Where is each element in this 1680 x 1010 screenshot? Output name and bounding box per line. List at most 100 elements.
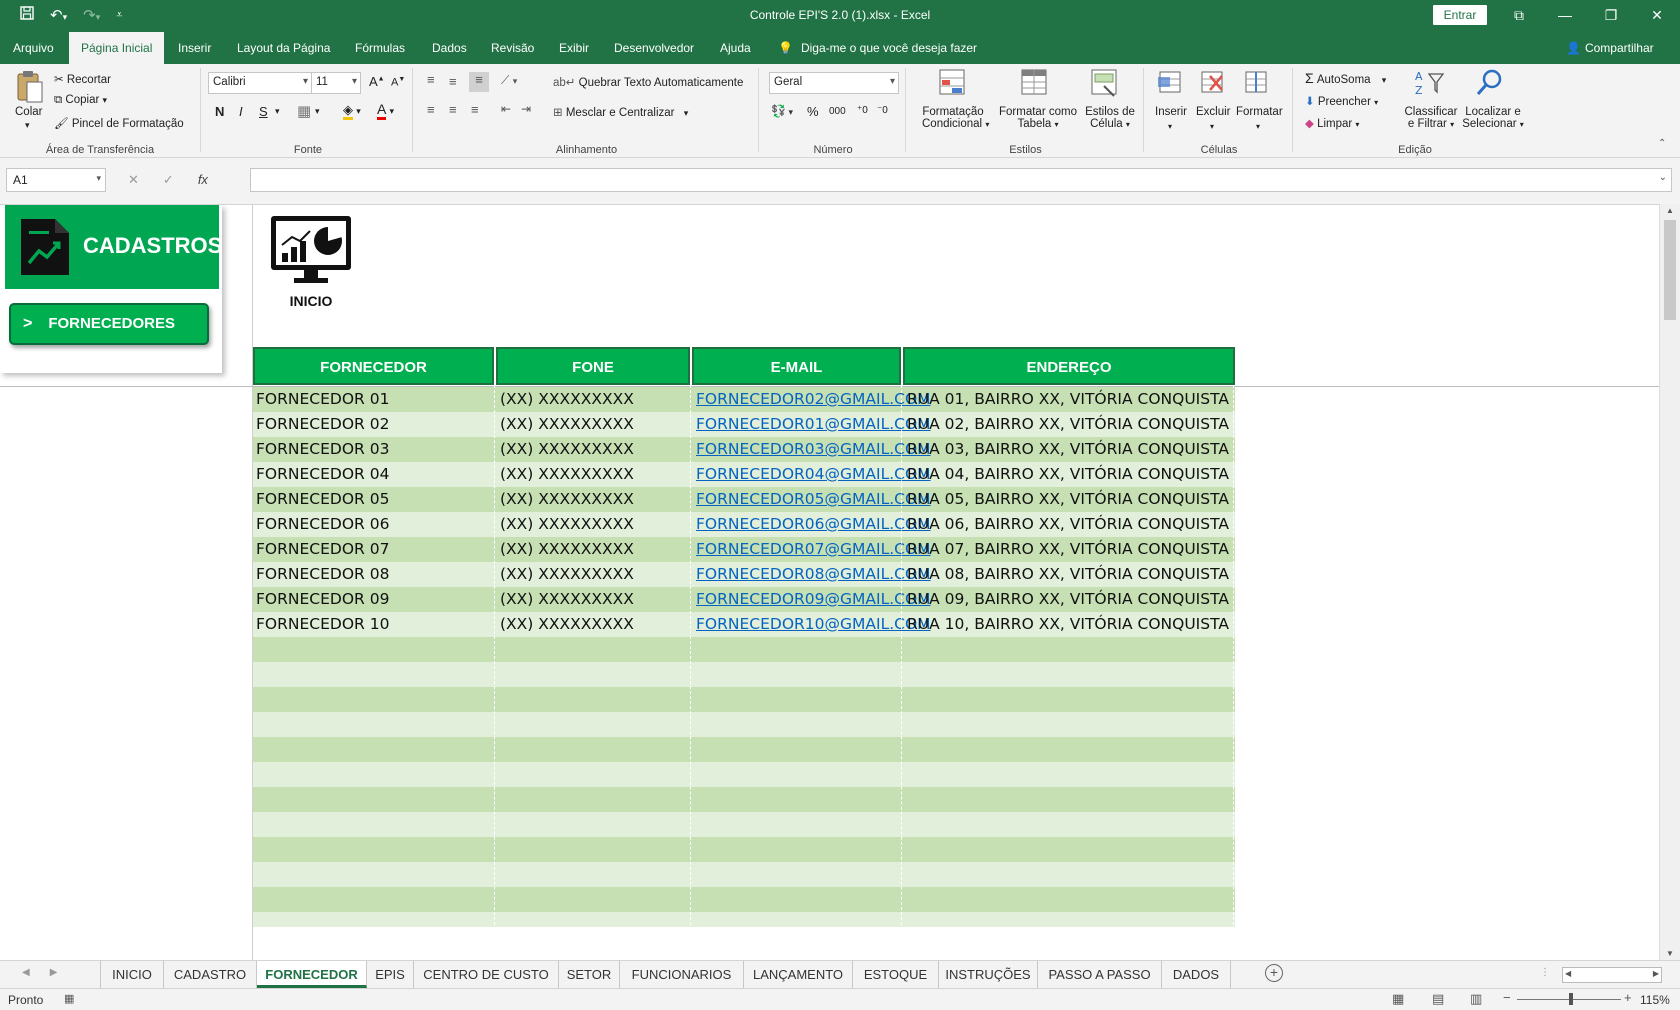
- sheet-tab-dados[interactable]: DADOS: [1162, 961, 1231, 988]
- shrink-font-icon[interactable]: A▼: [391, 76, 405, 89]
- next-sheet-icon[interactable]: ▶: [50, 967, 58, 978]
- decrease-decimal-icon[interactable]: ⁻0: [877, 105, 888, 116]
- decrease-indent-icon[interactable]: ⇤: [501, 102, 511, 116]
- zoom-thumb[interactable]: [1569, 993, 1573, 1005]
- scroll-down-icon[interactable]: ▼: [1666, 949, 1674, 958]
- empty-table-row[interactable]: [253, 637, 1235, 662]
- grow-font-icon[interactable]: A▲: [369, 74, 385, 89]
- format-cells-icon[interactable]: [1242, 68, 1270, 99]
- thousands-icon[interactable]: 000: [829, 106, 846, 117]
- sheet-tab-instrucoes[interactable]: INSTRUÇÕES: [939, 961, 1038, 988]
- vertical-scrollbar[interactable]: ▲ ▼: [1659, 204, 1680, 960]
- table-row[interactable]: FORNECEDOR 01 (XX) XXXXXXXXX FORNECEDOR02@…: [253, 387, 1235, 412]
- zoom-in-icon[interactable]: +: [1624, 990, 1632, 1005]
- sheet-tab-lancamento[interactable]: LANÇAMENTO: [744, 961, 853, 988]
- increase-indent-icon[interactable]: ⇥: [521, 102, 531, 116]
- fill-color-icon[interactable]: ◈ ▾: [343, 102, 361, 120]
- cell-email-link[interactable]: FORNECEDOR04@GMAIL.COM: [696, 462, 931, 487]
- align-center-icon[interactable]: ≡: [449, 102, 457, 117]
- font-color-icon[interactable]: A ▾: [377, 101, 394, 120]
- empty-table-row[interactable]: [253, 712, 1235, 737]
- formula-input[interactable]: ⌄: [250, 168, 1672, 192]
- format-cells-label[interactable]: Formatar: [1236, 106, 1283, 118]
- name-box[interactable]: A1 ▾: [6, 168, 106, 192]
- tab-exibir[interactable]: Exibir: [559, 41, 589, 55]
- cell-email-link[interactable]: FORNECEDOR07@GMAIL.COM: [696, 537, 931, 562]
- page-break-view-icon[interactable]: ▥: [1470, 991, 1482, 1007]
- sheet-tab-funcionarios[interactable]: FUNCIONARIOS: [620, 961, 744, 988]
- sheet-tab-estoque[interactable]: ESTOQUE: [853, 961, 939, 988]
- cell-email-link[interactable]: FORNECEDOR08@GMAIL.COM: [696, 562, 931, 587]
- merge-center-button[interactable]: ⊞ Mesclar e Centralizar ▾: [553, 105, 688, 119]
- cut-button[interactable]: ✂ Recortar: [54, 72, 111, 86]
- sheet-tab-fornecedor[interactable]: FORNECEDOR: [257, 961, 367, 988]
- enter-icon[interactable]: ✓: [163, 172, 174, 188]
- wrap-text-button[interactable]: ab↵ Quebrar Texto Automaticamente: [553, 75, 743, 89]
- maximize-icon[interactable]: ❐: [1588, 0, 1634, 32]
- sheet-tab-inicio[interactable]: INICIO: [100, 961, 164, 988]
- find-select-icon[interactable]: [1475, 68, 1505, 101]
- paste-icon[interactable]: [16, 70, 44, 107]
- align-middle-icon[interactable]: ≡: [449, 74, 457, 89]
- minimize-icon[interactable]: —: [1542, 0, 1588, 32]
- scroll-thumb[interactable]: [1664, 220, 1676, 320]
- worksheet[interactable]: CADASTROS > FORNECEDORES INICIO FORNECEDO…: [0, 204, 1659, 960]
- empty-table-row[interactable]: [253, 687, 1235, 712]
- add-sheet-icon[interactable]: +: [1265, 964, 1283, 982]
- normal-view-icon[interactable]: ▦: [1392, 991, 1404, 1007]
- inicio-button[interactable]: INICIO: [266, 215, 356, 315]
- cell-email-link[interactable]: FORNECEDOR09@GMAIL.COM: [696, 587, 931, 612]
- cancel-icon[interactable]: ✕: [128, 172, 139, 188]
- align-top-icon[interactable]: ≡: [427, 72, 435, 87]
- sheet-tab-setor[interactable]: SETOR: [559, 961, 620, 988]
- cell-email-link[interactable]: FORNECEDOR02@GMAIL.COM: [696, 387, 931, 412]
- close-icon[interactable]: ✕: [1634, 0, 1680, 32]
- prev-sheet-icon[interactable]: ◀: [22, 967, 30, 978]
- copy-button[interactable]: ⧉ Copiar ▾: [54, 94, 107, 107]
- empty-table-row[interactable]: [253, 912, 1235, 927]
- header-fone[interactable]: FONE: [496, 347, 690, 385]
- tab-revisao[interactable]: Revisão: [491, 41, 534, 55]
- scroll-right-icon[interactable]: ▶: [1653, 969, 1659, 978]
- collapse-ribbon-icon[interactable]: ⌃: [1658, 138, 1666, 149]
- borders-icon[interactable]: ▦: [297, 102, 311, 120]
- tab-formulas[interactable]: Fórmulas: [355, 41, 405, 55]
- autosum-button[interactable]: Σ AutoSoma ▾: [1305, 70, 1386, 86]
- font-name-combo[interactable]: Calibri ▾: [208, 72, 312, 94]
- find-select-label[interactable]: Localizar e Selecionar ▾: [1461, 106, 1525, 130]
- orientation-icon[interactable]: ⟋ ▾: [501, 73, 517, 88]
- sheet-tab-passo-a-passo[interactable]: PASSO A PASSO: [1038, 961, 1162, 988]
- align-right-icon[interactable]: ≡: [471, 102, 479, 117]
- tab-pagina-inicial[interactable]: Página Inicial: [69, 32, 165, 64]
- sheet-tab-epis[interactable]: EPIS: [367, 961, 414, 988]
- empty-table-row[interactable]: [253, 662, 1235, 687]
- share-button[interactable]: 👤 Compartilhar: [1566, 41, 1654, 55]
- format-as-table-label[interactable]: Formatar como Tabela ▾: [996, 106, 1080, 130]
- ribbon-display-icon[interactable]: ⧉: [1496, 0, 1542, 32]
- insert-function-icon[interactable]: fx: [198, 172, 208, 188]
- delete-cells-icon[interactable]: [1198, 68, 1226, 99]
- align-left-icon[interactable]: ≡: [427, 102, 435, 117]
- align-bottom-icon[interactable]: ≡: [469, 72, 489, 92]
- sort-filter-icon[interactable]: AZ: [1413, 68, 1445, 101]
- table-row[interactable]: FORNECEDOR 05 (XX) XXXXXXXXX FORNECEDOR05@…: [253, 487, 1235, 512]
- table-row[interactable]: FORNECEDOR 10 (XX) XXXXXXXXX FORNECEDOR10@…: [253, 612, 1235, 637]
- underline-button[interactable]: S: [259, 104, 268, 119]
- empty-table-row[interactable]: [253, 862, 1235, 887]
- table-row[interactable]: FORNECEDOR 03 (XX) XXXXXXXXX FORNECEDOR03@…: [253, 437, 1235, 462]
- format-as-table-icon[interactable]: [1020, 68, 1050, 101]
- cell-styles-icon[interactable]: [1090, 68, 1120, 101]
- insert-cells-icon[interactable]: [1156, 68, 1184, 99]
- increase-decimal-icon[interactable]: ⁺0: [857, 105, 868, 116]
- header-email[interactable]: E-MAIL: [692, 347, 901, 385]
- cell-email-link[interactable]: FORNECEDOR01@GMAIL.COM: [696, 412, 931, 437]
- scroll-left-icon[interactable]: ◀: [1565, 969, 1571, 978]
- header-fornecedor[interactable]: FORNECEDOR: [253, 347, 494, 385]
- sheet-tab-centro-custo[interactable]: CENTRO DE CUSTO: [414, 961, 559, 988]
- clear-button[interactable]: ◆ Limpar ▾: [1305, 116, 1359, 130]
- tab-split-handle-icon[interactable]: ⋮: [1540, 967, 1550, 978]
- conditional-format-label[interactable]: Formatação Condicional ▾: [922, 106, 989, 130]
- conditional-format-icon[interactable]: [938, 68, 968, 101]
- table-row[interactable]: FORNECEDOR 02 (XX) XXXXXXXXX FORNECEDOR01@…: [253, 412, 1235, 437]
- empty-table-row[interactable]: [253, 812, 1235, 837]
